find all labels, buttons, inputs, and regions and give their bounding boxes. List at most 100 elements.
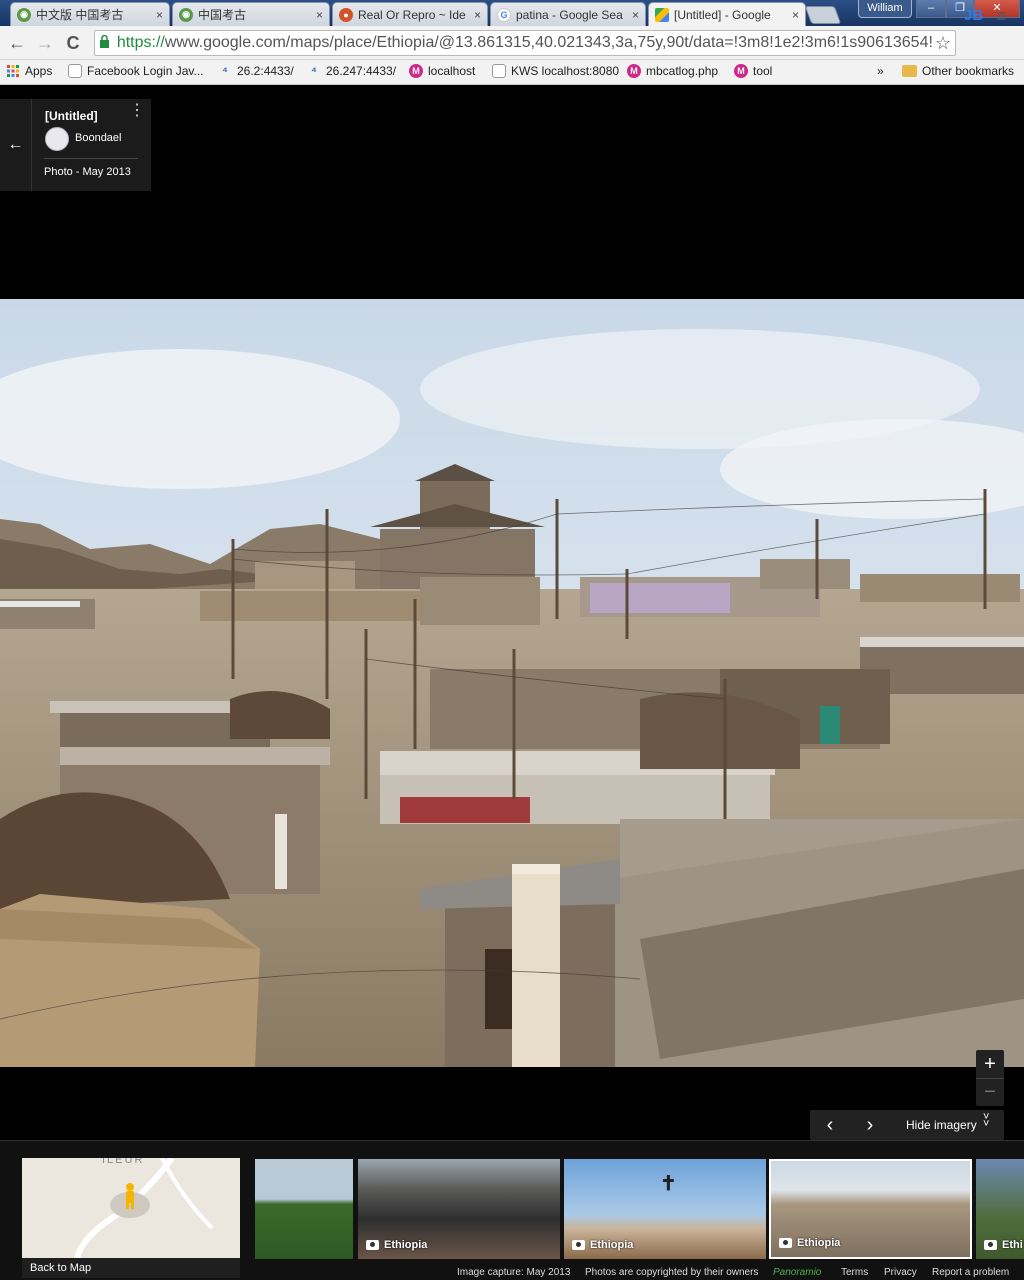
street-photo[interactable] [0,299,1024,1067]
bookmark-label: Apps [25,64,53,78]
folder-icon [902,65,917,77]
back-to-map-button[interactable]: Back to Map [22,1258,240,1278]
previous-photo-button[interactable]: ‹ [818,1112,842,1138]
bookmark-site-icon: ⁴ [311,64,317,78]
back-arrow-icon[interactable]: ← [0,99,32,191]
cross-symbol: ✝ [660,1173,677,1195]
tool-icon: M [734,64,748,78]
bookmark-kws-localhost[interactable]: KWS localhost:8080 [492,64,619,78]
url-scheme: https:// [116,34,165,51]
lock-icon [99,34,113,51]
back-button[interactable]: ← [4,30,30,56]
bookmark-apps[interactable]: Apps [6,64,52,78]
thumbnail-label: Ethi [984,1239,1023,1251]
photo-date: Photo - May 2013 [44,166,131,178]
image-capture-date: Image capture: May 2013 [457,1267,571,1278]
thumbnail-label: Ethiopia [366,1239,427,1251]
zoom-in-button[interactable]: + [976,1050,1004,1078]
chrome-menu-icon[interactable]: ≡ [996,6,1007,27]
photo-title: [Untitled] [45,109,98,123]
more-options-icon[interactable]: ⋮ [129,103,145,119]
terms-link[interactable]: Terms [841,1267,868,1278]
page-icon [68,64,82,78]
bookmark-label: tool [753,64,773,78]
zoom-out-button[interactable]: − [976,1078,1004,1106]
url-text: www.google.com/maps/place/Ethiopia/@13.8… [164,34,933,51]
bookmark-tool[interactable]: M tool [734,64,772,78]
bookmark-label: Facebook Login Jav... [87,64,204,78]
photo-thumbnail[interactable]: Ethiopia [358,1159,560,1259]
author-name[interactable]: Boondael [75,132,122,144]
bookmark-label: 26.2:4433/ [237,64,294,78]
reload-icon: C [66,33,80,53]
google-icon: G [497,7,511,22]
page-icon [492,64,506,78]
apps-grid-icon [6,64,20,78]
address-bar[interactable]: https:// www.google.com/maps/place/Ethio… [94,30,956,56]
jetbrains-extension-icon[interactable]: JB [964,7,986,27]
close-icon[interactable]: × [156,8,163,22]
bookmark-mbcatlog[interactable]: M mbcatlog.php [627,64,718,78]
china-archaeology-icon: ◉ [17,7,31,22]
photo-thumbnail[interactable]: Ethi [976,1159,1024,1259]
bookmark-label: Other bookmarks [922,64,1015,78]
copyright-notice: Photos are copyrighted by their owners [585,1267,759,1278]
chevron-down-icon: ˅ ˅ [983,1111,990,1130]
mini-map[interactable]: ILEUR [22,1158,240,1258]
close-icon[interactable]: × [792,8,799,22]
mbcatlog-icon: M [627,64,641,78]
china-archaeology-icon: ◉ [179,7,193,22]
new-tab-button[interactable] [804,6,842,24]
camera-icon [572,1240,585,1250]
panoramio-logo[interactable]: Panoramio [773,1267,821,1278]
report-problem-link[interactable]: Report a problem [932,1267,1009,1278]
tab-zhongwen[interactable]: ◉ 中文版 中国考古 × [10,2,170,26]
tab-label: Real Or Repro ~ Ide [358,7,466,22]
photo-thumbnail-selected[interactable]: Ethiopia [769,1159,972,1259]
close-icon[interactable]: × [316,8,323,22]
bookmark-label: mbcatlog.php [646,64,719,78]
reload-button[interactable]: C [60,30,86,56]
bookmark-other[interactable]: Other bookmarks [902,64,1014,78]
bookmark-site-icon: ⁴ [222,64,228,78]
minimize-button[interactable]: – [916,0,946,18]
bookmark-label: localhost [428,64,476,78]
bookmarks-overflow-button[interactable]: » [877,64,884,78]
thumbnail-label: Ethiopia [779,1237,840,1249]
forward-button[interactable]: → [32,30,58,56]
bookmark-facebook-login[interactable]: Facebook Login Jav... [68,64,204,78]
tab-zhongguo-kaogu[interactable]: ◉ 中国考古 × [172,2,330,26]
google-maps-icon [655,8,669,22]
photo-thumbnail[interactable]: ✝ Ethiopia [564,1159,766,1259]
camera-icon [366,1240,379,1250]
close-icon[interactable]: × [632,8,639,22]
tab-untitled-maps[interactable]: [Untitled] - Google × [648,2,806,27]
bookmark-label: KWS localhost:8080 [511,64,620,78]
tab-label: patina - Google Sea [516,7,623,22]
photo-thumbnail[interactable] [255,1159,353,1259]
real-or-repro-icon: ● [339,7,353,22]
hide-imagery-button[interactable]: Hide imagery [906,1118,977,1132]
bookmark-26-247[interactable]: ⁴ 26.247:4433/ [307,64,396,78]
map-place-label: ILEUR [102,1158,145,1166]
author-avatar[interactable] [45,127,69,151]
tab-real-or-repro[interactable]: ● Real Or Repro ~ Ide × [332,2,488,26]
tab-label: [Untitled] - Google [674,8,771,22]
bookmark-localhost[interactable]: M localhost [409,64,475,78]
tab-label: 中国考古 [198,8,247,22]
attribution-footer: Image capture: May 2013 Photos are copyr… [440,1266,1024,1280]
bookmark-star-icon[interactable]: ☆ [935,33,951,54]
camera-icon [779,1238,792,1248]
localhost-icon: M [409,64,423,78]
divider [44,158,138,159]
next-photo-button[interactable]: › [858,1112,882,1138]
tab-label: 中文版 中国考古 [36,8,124,22]
bookmark-label: 26.247:4433/ [326,64,397,78]
thumbnail-label: Ethiopia [572,1239,633,1251]
bookmarks-bar: Apps Facebook Login Jav... ⁴ 26.2:4433/ … [0,60,1024,85]
profile-button[interactable]: William [858,0,912,18]
privacy-link[interactable]: Privacy [884,1267,917,1278]
bookmark-26-2[interactable]: ⁴ 26.2:4433/ [218,64,294,78]
tab-patina-search[interactable]: G patina - Google Sea × [490,2,646,26]
close-icon[interactable]: × [474,8,481,22]
